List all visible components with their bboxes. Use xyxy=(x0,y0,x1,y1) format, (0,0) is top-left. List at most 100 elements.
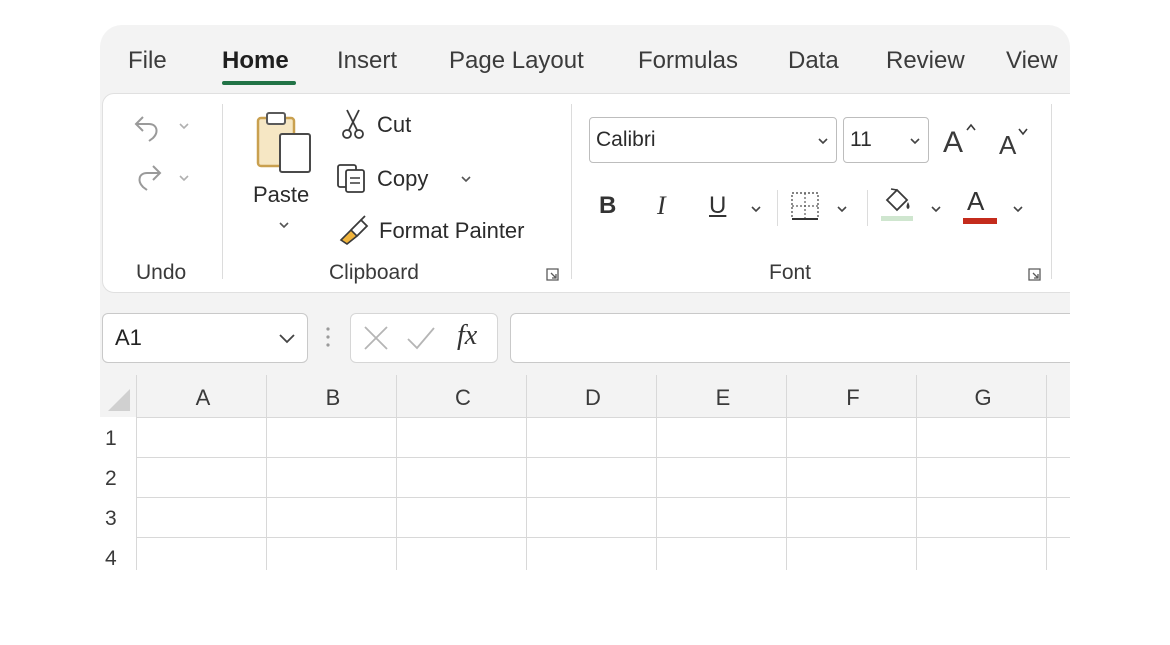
paste-label: Paste xyxy=(253,182,310,207)
tab-home[interactable]: Home xyxy=(222,47,289,75)
insert-function-button[interactable]: fx xyxy=(457,320,477,352)
font-dialog-launcher-icon[interactable] xyxy=(1028,268,1041,281)
grid-line xyxy=(786,375,787,570)
cut-button[interactable]: Cut xyxy=(339,108,449,144)
tab-page-layout[interactable]: Page Layout xyxy=(449,47,584,75)
chevron-down-icon xyxy=(279,222,289,229)
font-group-label: Font xyxy=(769,261,812,284)
scissors-icon xyxy=(342,109,364,139)
tab-insert[interactable]: Insert xyxy=(337,47,397,75)
svg-text:A: A xyxy=(943,126,963,158)
drag-handle-icon[interactable] xyxy=(324,323,332,353)
copy-label: Copy xyxy=(377,166,429,191)
font-color-swatch xyxy=(963,218,997,224)
italic-button[interactable]: I xyxy=(657,188,687,224)
grid-line xyxy=(396,375,397,570)
redo-button[interactable] xyxy=(133,160,195,196)
ribbon-separator xyxy=(777,190,778,226)
excel-window: File Home Insert Page Layout Formulas Da… xyxy=(100,25,1070,570)
chevron-down-icon xyxy=(931,206,941,213)
grid-line xyxy=(136,497,1070,498)
grid-line xyxy=(526,375,527,570)
copy-button[interactable]: Copy xyxy=(335,162,485,198)
row-header-1[interactable]: 1 xyxy=(100,417,136,457)
tab-review[interactable]: Review xyxy=(886,47,965,75)
cancel-icon[interactable] xyxy=(361,323,391,353)
undo-button[interactable] xyxy=(133,108,195,144)
grid-line xyxy=(136,375,137,570)
spreadsheet-grid: A B C D E F G 1 2 3 4 xyxy=(100,375,1070,570)
grid-line xyxy=(656,375,657,570)
increase-font-size-button[interactable]: A xyxy=(941,120,981,159)
row-header-2[interactable]: 2 xyxy=(100,457,136,497)
chevron-down-icon xyxy=(818,138,828,145)
row-header-4[interactable]: 4 xyxy=(100,537,136,570)
bold-button[interactable]: B xyxy=(599,188,629,224)
row-header-3[interactable]: 3 xyxy=(100,497,136,537)
active-tab-indicator xyxy=(222,81,296,85)
ribbon-separator xyxy=(1051,104,1052,279)
ribbon-separator xyxy=(222,104,223,279)
grid-line xyxy=(136,457,1070,458)
name-box[interactable]: A1 xyxy=(102,313,308,363)
name-box-value: A1 xyxy=(115,325,142,350)
chevron-down-icon xyxy=(751,206,761,213)
select-all-corner-icon[interactable] xyxy=(100,375,136,417)
column-header-e[interactable]: E xyxy=(658,375,788,417)
tab-data[interactable]: Data xyxy=(788,47,839,75)
decrease-font-size-icon: A xyxy=(999,128,1028,160)
column-header-f[interactable]: F xyxy=(788,375,918,417)
formula-buttons: fx xyxy=(350,313,498,363)
tab-view[interactable]: View xyxy=(1006,47,1058,75)
underline-button[interactable]: U xyxy=(707,188,771,224)
format-painter-button[interactable]: Format Painter xyxy=(337,214,547,250)
chevron-down-icon xyxy=(837,206,847,213)
tab-formulas[interactable]: Formulas xyxy=(638,47,738,75)
chevron-down-icon xyxy=(1013,206,1023,213)
chevron-down-icon xyxy=(279,334,295,344)
font-color-button[interactable]: A xyxy=(961,184,1031,226)
underline-glyph: U xyxy=(709,192,727,219)
svg-text:A: A xyxy=(999,130,1017,160)
redo-icon xyxy=(138,165,189,191)
cut-label: Cut xyxy=(377,112,412,137)
paste-button[interactable]: Paste xyxy=(249,104,319,234)
tab-file[interactable]: File xyxy=(128,47,167,75)
column-header-g[interactable]: G xyxy=(918,375,1048,417)
enter-check-icon[interactable] xyxy=(405,323,437,353)
borders-icon xyxy=(791,192,819,220)
column-header-d[interactable]: D xyxy=(528,375,658,417)
column-header-c[interactable]: C xyxy=(398,375,528,417)
grid-line xyxy=(136,417,1070,418)
formula-input[interactable] xyxy=(510,313,1070,363)
fill-color-icon xyxy=(881,188,913,221)
copy-icon xyxy=(337,164,365,193)
font-color-glyph: A xyxy=(967,186,985,216)
grid-line xyxy=(1046,375,1047,570)
undo-group-label: Undo xyxy=(136,261,187,284)
cell-a1[interactable] xyxy=(137,418,267,458)
chevron-down-icon xyxy=(461,176,471,183)
ribbon: Undo Paste Cut Copy Format Painter Clipb… xyxy=(102,93,1070,293)
grid-line xyxy=(136,537,1070,538)
fill-color-button[interactable] xyxy=(879,184,949,226)
font-size-value: 11 xyxy=(850,128,872,151)
ribbon-separator xyxy=(571,104,572,279)
font-size-combo[interactable]: 11 xyxy=(843,117,929,163)
undo-icon xyxy=(134,116,189,142)
ribbon-separator xyxy=(867,190,868,226)
borders-button[interactable] xyxy=(789,188,869,224)
column-header-a[interactable]: A xyxy=(138,375,268,417)
format-painter-label: Format Painter xyxy=(379,218,525,243)
clipboard-group-label: Clipboard xyxy=(329,261,419,284)
chevron-down-icon xyxy=(910,138,920,145)
grid-line xyxy=(916,375,917,570)
grid-line xyxy=(266,375,267,570)
paste-icon xyxy=(256,112,311,173)
clipboard-dialog-launcher-icon[interactable] xyxy=(546,268,559,281)
column-header-b[interactable]: B xyxy=(268,375,398,417)
decrease-font-size-button[interactable]: A xyxy=(997,124,1037,160)
format-painter-icon xyxy=(339,215,369,245)
font-name-combo[interactable]: Calibri xyxy=(589,117,837,163)
increase-font-size-icon: A xyxy=(943,123,976,159)
